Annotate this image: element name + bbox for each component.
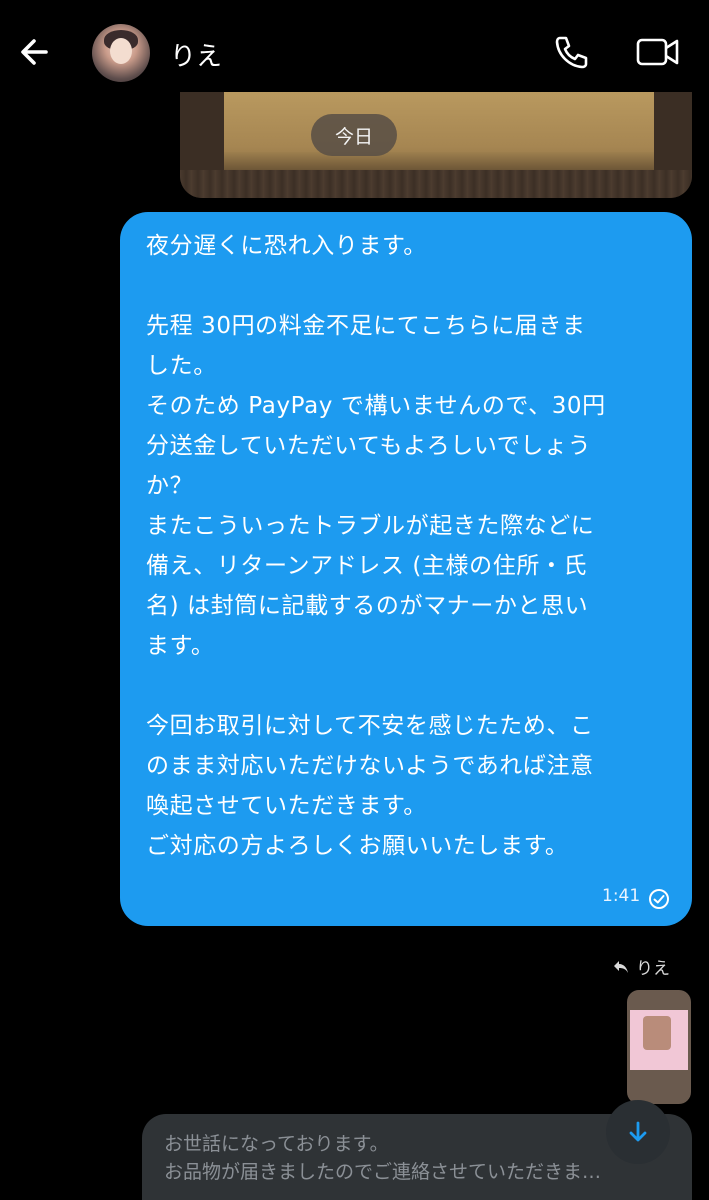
thumbnail-portrait	[643, 1016, 671, 1050]
message-line: 名) は封筒に記載するのがマナーかと思い	[146, 593, 589, 619]
phone-call-button[interactable]	[551, 32, 591, 72]
composer-line: お品物が届きましたのでご連絡させていただきま…	[164, 1161, 602, 1183]
contact-avatar[interactable]	[92, 24, 150, 82]
message-line: 分送金していただいてもよろしいでしょう	[146, 433, 592, 459]
message-line: 備え、リターンアドレス (主様の住所・氏	[146, 553, 588, 579]
incoming-photo-thumbnail[interactable]	[627, 990, 691, 1104]
composer-line: お世話になっております。	[164, 1133, 389, 1155]
reply-name: りえ	[636, 959, 670, 979]
message-line: のまま対応いただけないようであれば注意	[146, 753, 594, 779]
message-line: か？	[146, 473, 194, 499]
envelope-fold	[224, 152, 654, 170]
message-line	[146, 266, 676, 306]
reply-indicator: りえ	[612, 954, 670, 979]
message-line: そのため PayPay で構いませんので、30円	[146, 393, 606, 419]
scroll-to-bottom-button[interactable]	[606, 1100, 670, 1164]
back-button[interactable]	[14, 32, 58, 72]
composer-preview-text: お世話になっております。 お品物が届きましたのでご連絡させていただきま…	[164, 1130, 674, 1186]
message-line: 喚起させていただきます。	[146, 793, 427, 819]
table-surface	[180, 170, 692, 198]
message-line: した。	[146, 353, 217, 379]
reply-arrow-icon	[614, 960, 628, 973]
message-line: またこういったトラブルが起きた際などに	[146, 513, 595, 539]
conversation-header: りえ	[0, 0, 709, 96]
back-arrow-icon	[21, 39, 48, 65]
arrow-down-icon	[629, 1121, 647, 1142]
message-line	[146, 666, 676, 706]
avatar-face	[110, 38, 132, 64]
video-camera-icon	[636, 38, 679, 66]
message-timestamp: 1:41	[602, 886, 641, 906]
date-separator: 今日	[311, 114, 397, 156]
envelope-photo-message[interactable]	[180, 92, 692, 198]
message-line: 夜分遅くに恐れ入ります。	[146, 233, 427, 259]
phone-icon	[555, 36, 588, 69]
message-line: ます。	[146, 633, 215, 659]
message-text: 夜分遅くに恐れ入ります。 先程 30円の料金不足にてこちらに届きま した。 その…	[146, 226, 676, 866]
video-call-button[interactable]	[636, 36, 680, 68]
message-line: ご対応の方よろしくお願いいたします。	[146, 833, 569, 859]
contact-name[interactable]: りえ	[170, 36, 222, 73]
read-check-icon	[648, 888, 670, 910]
message-line: 今回お取引に対して不安を感じたため、こ	[146, 713, 594, 739]
message-bubble[interactable]: 夜分遅くに恐れ入ります。 先程 30円の料金不足にてこちらに届きま した。 その…	[120, 212, 692, 926]
message-line: 先程 30円の料金不足にてこちらに届きま	[146, 313, 586, 339]
